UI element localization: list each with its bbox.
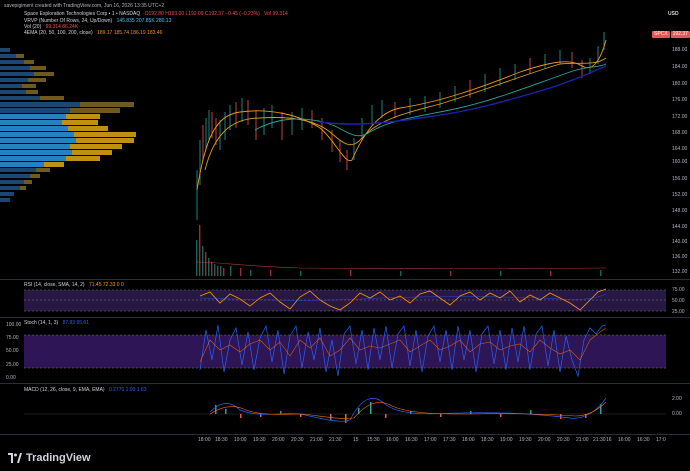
- volume-profile: [0, 48, 136, 202]
- time-tick: 16: [606, 437, 612, 443]
- time-tick: 20:00: [538, 437, 551, 443]
- rsi-legend[interactable]: RSI (14, close, SMA, 14, 2) 71.45 72.33 …: [24, 282, 124, 288]
- stoch-tick: 50.00: [6, 348, 19, 354]
- brand-name: TradingView: [26, 452, 91, 464]
- time-tick: 17:00: [424, 437, 437, 443]
- time-tick: 15: [353, 437, 359, 443]
- time-tick: 16:00: [386, 437, 399, 443]
- time-tick: 16:00: [618, 437, 631, 443]
- time-axis[interactable]: 18:00 18:30 19:00 19:30 20:00 20:30 21:0…: [0, 437, 690, 445]
- ema50-line: [204, 57, 607, 171]
- last-price-badge: 192.37: [670, 31, 690, 38]
- macd-signal-line: [209, 401, 607, 419]
- time-tick: 21:00: [310, 437, 323, 443]
- time-tick: 20:30: [557, 437, 570, 443]
- time-tick: 20:00: [272, 437, 285, 443]
- rsi-tick: 25.00: [672, 309, 685, 315]
- time-tick: 21:30: [593, 437, 606, 443]
- time-tick: 20:30: [291, 437, 304, 443]
- time-tick: 17:0: [656, 437, 666, 443]
- stoch-tick: 25.00: [6, 362, 19, 368]
- time-tick: 18:30: [481, 437, 494, 443]
- rsi-tick: 50.00: [672, 298, 685, 304]
- time-tick: 18:00: [198, 437, 211, 443]
- candles: [196, 32, 605, 220]
- symbol-badge: SPCX: [652, 31, 670, 38]
- stoch-label: Stoch (14, 1, 3): [24, 320, 59, 326]
- rsi-band: [24, 290, 666, 311]
- macd-tick: 0.00: [672, 411, 682, 417]
- rsi-values: 71.45 72.33 0 0: [88, 282, 124, 288]
- macd-line: [209, 397, 607, 422]
- stoch-legend[interactable]: Stoch (14, 1, 3) 87.93 95.61: [24, 320, 89, 326]
- time-tick: 21:00: [576, 437, 589, 443]
- stoch-tick: 100.00: [6, 322, 22, 328]
- rsi-label: RSI (14, close, SMA, 14, 2): [24, 282, 85, 288]
- macd-label: MACD (12, 26, close, 9, EMA, EMA): [24, 387, 105, 393]
- ema100-line: [254, 63, 607, 137]
- tradingview-logo[interactable]: TradingView: [8, 452, 91, 464]
- time-tick: 19:00: [500, 437, 513, 443]
- time-tick: 21:30: [329, 437, 342, 443]
- time-tick: 17:30: [443, 437, 456, 443]
- time-tick: 18:30: [215, 437, 228, 443]
- last-price-tag: SPCX 192.37: [652, 31, 690, 38]
- volume-bars: [195, 225, 607, 276]
- stoch-values: 87.93 95.61: [62, 320, 89, 326]
- time-tick: 19:00: [234, 437, 247, 443]
- price-chart[interactable]: [0, 0, 690, 471]
- tradingview-icon: [8, 453, 22, 463]
- macd-values: 0.2770 1.90 1.63: [108, 387, 147, 393]
- stoch-tick: 75.00: [6, 335, 19, 341]
- time-tick: 19:30: [253, 437, 266, 443]
- time-tick: 15:30: [367, 437, 380, 443]
- macd-tick: 2.00: [672, 396, 682, 402]
- time-tick: 16:30: [405, 437, 418, 443]
- time-tick: 19:30: [519, 437, 532, 443]
- time-tick: 16:30: [637, 437, 650, 443]
- stoch-tick: 0.00: [6, 375, 16, 381]
- time-tick: 18:00: [462, 437, 475, 443]
- macd-legend[interactable]: MACD (12, 26, close, 9, EMA, EMA) 0.2770…: [24, 387, 147, 393]
- rsi-tick: 75.00: [672, 287, 685, 293]
